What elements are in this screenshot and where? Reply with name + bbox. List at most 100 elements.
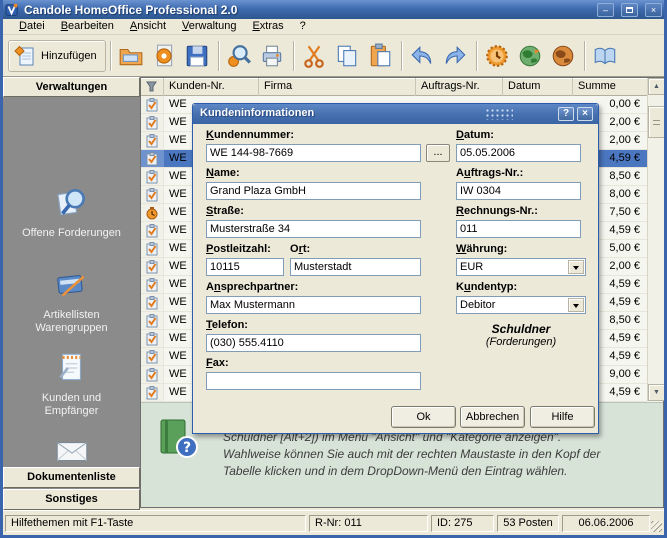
postleitzahl-label: Postleitzahl: — [206, 243, 271, 255]
ansprechpartner-field[interactable] — [206, 296, 421, 314]
kundentyp-select[interactable]: Debitor — [456, 296, 586, 314]
kundennummer-field[interactable] — [206, 144, 421, 162]
datum-label: Datum: — [456, 129, 494, 141]
waehrung-select[interactable]: EUR — [456, 258, 586, 276]
postleitzahl-field[interactable] — [206, 258, 284, 276]
column-header-3[interactable]: Auftrags-Nr. — [416, 78, 503, 96]
telefon-label: Telefon: — [206, 319, 248, 331]
info-icon — [151, 43, 177, 69]
column-header-2[interactable]: Firma — [259, 78, 416, 96]
toolbar-button-globe-orange[interactable] — [547, 39, 580, 73]
vertical-scrollbar[interactable]: ▲ ▼ — [647, 78, 664, 401]
row-status-cell — [141, 204, 164, 221]
menu-help[interactable]: ? — [292, 19, 314, 34]
row-status-cell — [141, 384, 164, 401]
menu-ansicht[interactable]: Ansicht — [122, 19, 174, 34]
history-icon — [484, 43, 510, 69]
toolbar-button-open-folder[interactable] — [115, 39, 148, 73]
toolbar-button-globe-green[interactable] — [514, 39, 547, 73]
kundentyp-note-title: Schuldner — [456, 322, 586, 336]
column-header-4[interactable]: Datum — [503, 78, 573, 96]
browse-button[interactable]: ... — [426, 144, 450, 162]
menu-extras[interactable]: Extras — [244, 19, 291, 34]
redo-icon — [442, 43, 468, 69]
toolbar-button-cut[interactable] — [298, 39, 331, 73]
toolbar-button-paste[interactable] — [364, 39, 397, 73]
info-line: Tabelle klicken und in dem DropDown-Menü… — [223, 463, 600, 480]
dialog-title-bar: Kundeninformationen ? × — [193, 104, 598, 124]
print-icon — [259, 43, 285, 69]
task-check-icon — [145, 188, 159, 202]
row-kunden-nr: WE — [169, 242, 187, 254]
title-bar: Candole HomeOffice Professional 2.0 – × — [0, 0, 667, 19]
strasse-field[interactable] — [206, 220, 421, 238]
minimize-button[interactable]: – — [597, 3, 614, 17]
kundentyp-dropdown-button[interactable] — [568, 298, 584, 312]
row-status-cell — [141, 294, 164, 311]
row-status-cell — [141, 312, 164, 329]
rechnungs-nr-label: Rechnungs-Nr.: — [456, 205, 538, 217]
row-kunden-nr: WE — [169, 368, 187, 380]
toolbar-button-redo[interactable] — [439, 39, 472, 73]
toolbar-separator — [218, 41, 219, 71]
filter-header-cell[interactable] — [141, 78, 164, 96]
auftrags-nr-field[interactable] — [456, 182, 581, 200]
toolbar-button-copy[interactable] — [331, 39, 364, 73]
rechnungs-nr-field[interactable] — [456, 220, 581, 238]
sidebar-button-sonstiges[interactable]: Sonstiges — [3, 489, 140, 510]
toolbar-button-print[interactable] — [256, 39, 289, 73]
task-check-icon — [145, 350, 159, 364]
close-button[interactable]: × — [645, 3, 662, 17]
add-button[interactable]: Hinzufügen — [8, 40, 106, 72]
column-header-5[interactable]: Summe — [573, 78, 648, 96]
column-header-1[interactable]: Kunden-Nr. — [164, 78, 259, 96]
toolbar-separator — [584, 41, 585, 71]
waehrung-dropdown-button[interactable] — [568, 260, 584, 274]
help-button[interactable]: Hilfe — [530, 406, 595, 428]
toolbar-button-history[interactable] — [481, 39, 514, 73]
status-date: 06.06.2006 — [562, 515, 650, 532]
sidebar-item-search-docs[interactable]: Offene Forderungen — [3, 184, 140, 240]
menu-bar: Datei Bearbeiten Ansicht Verwaltung Extr… — [3, 19, 664, 35]
status-help-text: Hilfethemen mit F1-Taste — [5, 515, 306, 532]
ok-button[interactable]: Ok — [391, 406, 456, 428]
fax-field[interactable] — [206, 372, 421, 390]
info-line: Wahlweise können Sie auch mit der rechte… — [223, 446, 600, 463]
task-check-icon — [145, 134, 159, 148]
toolbar-button-search[interactable] — [223, 39, 256, 73]
toolbar-separator — [293, 41, 294, 71]
row-kunden-nr: WE — [169, 260, 187, 272]
resize-grip[interactable] — [651, 521, 662, 532]
row-status-cell — [141, 168, 164, 185]
name-field[interactable] — [206, 182, 421, 200]
scroll-down-button[interactable]: ▼ — [648, 384, 665, 401]
menu-bearbeiten[interactable]: Bearbeiten — [53, 19, 122, 34]
dialog-help-button[interactable]: ? — [558, 107, 574, 121]
maximize-button[interactable] — [621, 3, 638, 17]
sidebar-item-articles[interactable]: Artikellisten Warengruppen — [3, 266, 140, 335]
mail-icon — [53, 432, 91, 470]
toolbar-button-info[interactable] — [148, 39, 181, 73]
toolbar-button-undo[interactable] — [406, 39, 439, 73]
menu-datei[interactable]: Datei — [11, 19, 53, 34]
app-logo-icon — [5, 3, 19, 17]
cancel-button[interactable]: Abbrechen — [460, 406, 525, 428]
table-header: Kunden-Nr.FirmaAuftrags-Nr.DatumSumme — [141, 78, 647, 96]
task-check-icon — [145, 116, 159, 130]
sidebar-item-label: Kunden und Empfänger — [20, 392, 124, 418]
kundentyp-value: Debitor — [460, 299, 495, 311]
dialog-close-button[interactable]: × — [577, 107, 593, 121]
menu-verwaltung[interactable]: Verwaltung — [174, 19, 244, 34]
ort-field[interactable] — [290, 258, 421, 276]
scrollbar-thumb[interactable] — [648, 106, 665, 138]
toolbar-button-save[interactable] — [181, 39, 214, 73]
datum-field[interactable] — [456, 144, 581, 162]
sidebar-item-customers[interactable]: Kunden und Empfänger — [3, 349, 140, 418]
sidebar-button-dokumentenliste[interactable]: Dokumentenliste — [3, 467, 140, 488]
toolbar-button-help-book[interactable] — [589, 39, 622, 73]
task-check-icon — [145, 224, 159, 238]
telefon-field[interactable] — [206, 334, 421, 352]
maximize-icon — [626, 7, 633, 13]
ort-label: Ort: — [290, 243, 310, 255]
scroll-up-button[interactable]: ▲ — [648, 78, 665, 95]
